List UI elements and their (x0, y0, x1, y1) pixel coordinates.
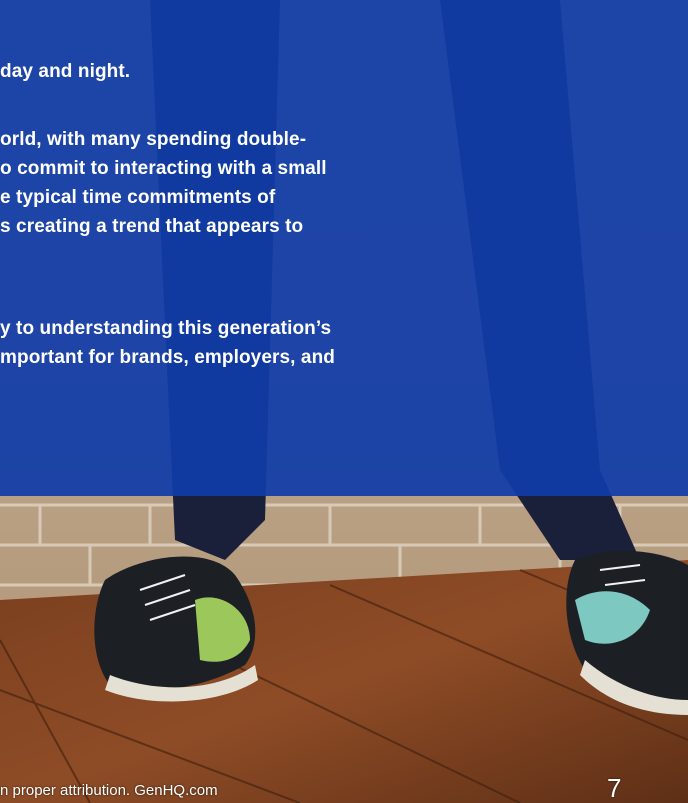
text-line: e typical time commitments of (0, 187, 276, 208)
text-line: orld, with many spending double- (0, 129, 307, 150)
left-sneaker (94, 556, 258, 702)
text-line: day and night. (0, 61, 131, 82)
document-page: day and night. orld, with many spending … (0, 0, 688, 803)
text-line: s creating a trend that appears to (0, 216, 304, 237)
page-number: 7 (607, 773, 622, 803)
body-paragraph-3: y to understanding this generation’s mpo… (0, 314, 335, 372)
text-line: mportant for brands, employers, and (0, 347, 335, 368)
text-line: y to understanding this generation’s (0, 318, 332, 339)
body-paragraph-2: orld, with many spending double- o commi… (0, 125, 327, 241)
footer-credit: n proper attribution. GenHQ.com (0, 782, 218, 799)
body-paragraph-1: day and night. (0, 57, 130, 86)
text-line: o commit to interacting with a small (0, 158, 327, 179)
